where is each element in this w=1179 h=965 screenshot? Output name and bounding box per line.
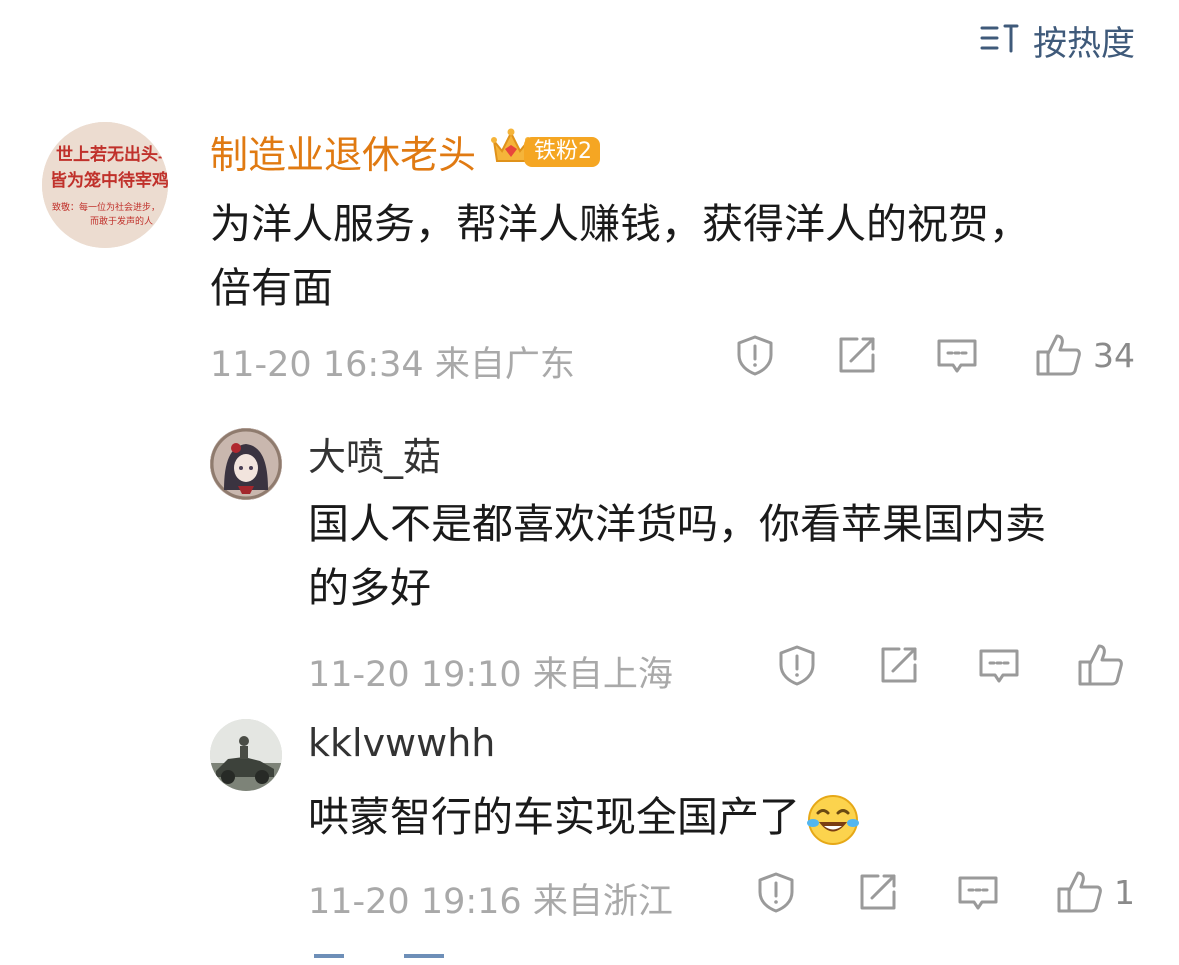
- report-button[interactable]: [733, 333, 777, 377]
- share-icon: [877, 643, 921, 687]
- comment-text: 为洋人服务，帮洋人赚钱，获得洋人的祝贺， 倍有面: [210, 192, 1030, 320]
- thumbs-up-icon: [1035, 332, 1083, 378]
- fan-badge-label: 铁粉2: [524, 136, 601, 167]
- avatar[interactable]: [210, 719, 282, 791]
- comment-time: 11-20 16:34: [210, 345, 424, 385]
- report-icon: [733, 333, 777, 377]
- comment-icon: [977, 643, 1021, 687]
- comment-location: 来自广东: [434, 345, 575, 385]
- share-button[interactable]: [877, 643, 921, 687]
- reply-actions: [775, 642, 1135, 688]
- fan-badge[interactable]: 铁粉2: [490, 127, 601, 176]
- like-button[interactable]: 34: [1035, 332, 1135, 378]
- reply-meta: 11-20 19:10 来自上海: [308, 646, 673, 697]
- reply-username[interactable]: 大喷_菇: [308, 426, 441, 481]
- avatar-text-line-2: 皆为笼中待宰鸡。: [50, 170, 168, 191]
- reply-button[interactable]: [935, 333, 979, 377]
- sort-label: 按热度: [1033, 23, 1135, 64]
- laughing-crying-emoji: [806, 793, 860, 847]
- report-button[interactable]: [754, 870, 798, 914]
- reply-time: 11-20 19:10: [308, 655, 522, 695]
- avatar-text-line-1: 世上若无出头鸟，: [56, 144, 168, 165]
- next-reply-peek: [308, 950, 508, 965]
- reply-button[interactable]: [977, 643, 1021, 687]
- username-text[interactable]: 大喷_菇: [308, 426, 441, 481]
- share-icon: [856, 870, 900, 914]
- reply-meta: 11-20 19:16 来自浙江: [308, 873, 673, 924]
- share-button[interactable]: [856, 870, 900, 914]
- comment-meta: 11-20 16:34 来自广东: [210, 336, 575, 387]
- comment-item: 世上若无出头鸟， 皆为笼中待宰鸡。 致敬：每一位为社会进步， 而敢于发声的人 制…: [0, 110, 1179, 390]
- comment-text-line: 为洋人服务，帮洋人赚钱，获得洋人的祝贺，: [210, 200, 1030, 248]
- like-button[interactable]: 1: [1056, 869, 1135, 915]
- reply-text-line: 的多好: [308, 564, 431, 612]
- reply-text: 哄蒙智行的车实现全国产了: [308, 785, 860, 849]
- like-count: 34: [1093, 335, 1135, 375]
- reply-actions: 1: [754, 869, 1135, 915]
- reply-time: 11-20 19:16: [308, 882, 522, 922]
- thumbs-up-icon: [1077, 642, 1125, 688]
- avatar-text-line-4: 而敢于发声的人: [90, 215, 153, 227]
- thumbs-up-icon: [1056, 869, 1104, 915]
- username-text[interactable]: 制造业退休老头: [210, 124, 476, 179]
- share-button[interactable]: [835, 333, 879, 377]
- sort-by-hot-button[interactable]: 按热度: [979, 18, 1135, 69]
- report-button[interactable]: [775, 643, 819, 687]
- comment-text-line: 倍有面: [210, 264, 333, 312]
- avatar[interactable]: [210, 428, 282, 500]
- reply-text-line: 国人不是都喜欢洋货吗，你看苹果国内卖: [308, 500, 1046, 548]
- reply-location: 来自浙江: [532, 882, 673, 922]
- comment-icon: [935, 333, 979, 377]
- reply-username[interactable]: kklvwwhh: [308, 721, 495, 765]
- like-button[interactable]: [1077, 642, 1135, 688]
- sort-icon: [979, 18, 1033, 69]
- share-icon: [835, 333, 879, 377]
- report-icon: [754, 870, 798, 914]
- reply-button[interactable]: [956, 870, 1000, 914]
- reply-text: 国人不是都喜欢洋货吗，你看苹果国内卖 的多好: [308, 492, 1046, 620]
- reply-location: 来自上海: [532, 655, 673, 695]
- reply-text-line: 哄蒙智行的车实现全国产了: [308, 785, 860, 849]
- avatar[interactable]: 世上若无出头鸟， 皆为笼中待宰鸡。 致敬：每一位为社会进步， 而敢于发声的人: [42, 122, 168, 248]
- comment-icon: [956, 870, 1000, 914]
- like-count: 1: [1114, 872, 1135, 912]
- report-icon: [775, 643, 819, 687]
- comment-actions: 34: [733, 332, 1135, 378]
- comment-username[interactable]: 制造业退休老头 铁粉2: [210, 124, 601, 179]
- reply-text-span: 哄蒙智行的车实现全国产了: [308, 793, 800, 841]
- username-text[interactable]: kklvwwhh: [308, 721, 495, 765]
- avatar-text-line-3: 致敬：每一位为社会进步，: [52, 201, 160, 213]
